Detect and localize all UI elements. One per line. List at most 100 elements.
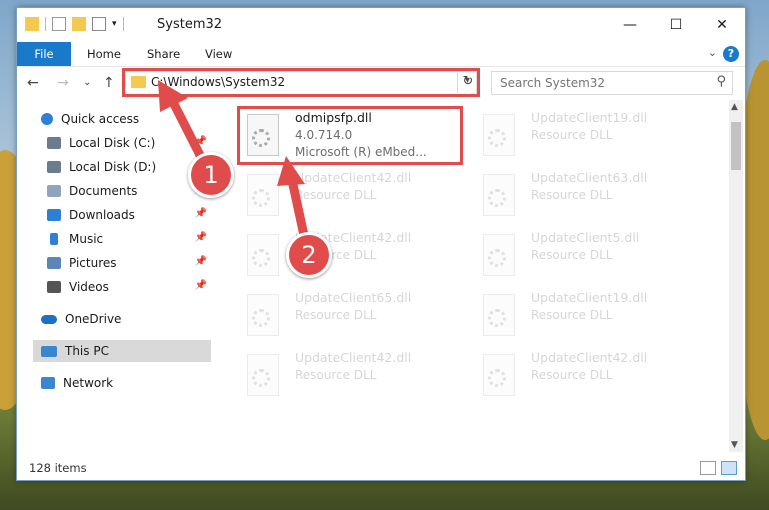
sidebar-item-videos[interactable]: Videos 📌 — [47, 276, 211, 298]
tab-view[interactable]: View — [193, 42, 244, 66]
sidebar-item-documents[interactable]: Documents 📌 — [47, 180, 211, 202]
gear-icon — [488, 249, 506, 267]
file-name: UpdateClient42.dll — [531, 350, 648, 365]
file-name: UpdateClient63.dll — [531, 170, 648, 185]
up-button[interactable]: ↑ — [103, 75, 115, 91]
forward-button[interactable]: → — [57, 75, 69, 91]
pin-icon: 📌 — [194, 136, 207, 147]
file-type: Resource DLL — [531, 368, 613, 382]
dll-file-icon — [483, 174, 515, 216]
folder-icon — [25, 17, 39, 31]
scroll-up-icon[interactable]: ▲ — [731, 102, 738, 112]
sidebar-item-label: Music — [69, 232, 104, 246]
cloud-icon — [41, 314, 57, 324]
sidebar-item-onedrive[interactable]: OneDrive — [41, 308, 211, 330]
dll-file-icon — [483, 294, 515, 336]
tab-home[interactable]: Home — [75, 42, 133, 66]
pin-icon: 📌 — [194, 256, 207, 267]
sidebar-item-label: Network — [63, 376, 114, 390]
pin-icon: 📌 — [194, 208, 207, 219]
sidebar-item-local-disk-c[interactable]: Local Disk (C:) 📌 — [47, 132, 211, 154]
videos-icon — [47, 281, 61, 293]
minimize-button[interactable]: — — [607, 8, 653, 42]
file-type: Resource DLL — [295, 368, 377, 382]
file-item[interactable]: UpdateClient42.dll Resource DLL — [239, 348, 469, 406]
gear-icon — [252, 309, 270, 327]
sidebar-item-label: This PC — [65, 344, 109, 358]
sidebar-item-this-pc[interactable]: This PC — [33, 340, 211, 362]
file-item[interactable]: UpdateClient63.dll Resource DLL — [475, 168, 705, 226]
new-folder-icon[interactable] — [72, 17, 86, 31]
file-item[interactable]: UpdateClient19.dll Resource DLL — [475, 108, 705, 166]
help-icon[interactable]: ? — [723, 46, 739, 62]
dll-file-icon — [247, 354, 279, 396]
file-item[interactable]: UpdateClient42.dll Resource DLL — [239, 228, 469, 286]
sidebar-item-label: OneDrive — [65, 312, 122, 326]
drive-icon — [47, 161, 61, 173]
properties-icon[interactable] — [52, 17, 66, 31]
drive-icon — [47, 137, 61, 149]
title-bar: ▾ System32 — ☐ ✕ — [17, 8, 745, 42]
dll-file-icon — [483, 234, 515, 276]
scroll-down-icon[interactable]: ▼ — [731, 440, 738, 450]
tab-file[interactable]: File — [17, 42, 71, 66]
window-title: System32 — [157, 17, 223, 32]
toolbar-separator — [122, 17, 124, 31]
recent-locations-button[interactable]: ⌄ — [83, 77, 91, 88]
sidebar-item-pictures[interactable]: Pictures 📌 — [47, 252, 211, 274]
gear-icon — [488, 369, 506, 387]
step-2-callout: 2 — [286, 232, 332, 278]
toolbar-separator — [45, 17, 46, 31]
address-highlight-box — [122, 68, 480, 97]
sidebar-item-label: Quick access — [61, 112, 140, 126]
network-icon — [41, 377, 55, 389]
file-name: UpdateClient42.dll — [295, 350, 412, 365]
details-view-icon[interactable] — [700, 461, 716, 475]
sidebar-item-label: Downloads — [69, 208, 135, 222]
file-item[interactable]: UpdateClient42.dll Resource DLL — [239, 168, 469, 226]
maximize-button[interactable]: ☐ — [653, 8, 699, 42]
large-icons-view-icon[interactable] — [721, 461, 737, 475]
search-input[interactable] — [498, 72, 702, 94]
search-icon: ⚲ — [716, 74, 726, 89]
close-button[interactable]: ✕ — [699, 8, 745, 42]
sidebar-item-downloads[interactable]: Downloads 📌 — [47, 204, 211, 226]
sidebar-item-network[interactable]: Network — [41, 372, 211, 394]
dll-file-icon — [247, 174, 279, 216]
file-name: UpdateClient42.dll — [295, 170, 412, 185]
sidebar-item-label: Pictures — [69, 256, 117, 270]
file-type: Resource DLL — [531, 308, 613, 322]
file-item[interactable]: UpdateClient65.dll Resource DLL — [239, 288, 469, 346]
dll-file-icon — [247, 234, 279, 276]
file-name: UpdateClient65.dll — [295, 290, 412, 305]
file-highlight-box — [237, 106, 463, 165]
back-button[interactable]: ← — [27, 75, 39, 91]
gear-icon — [488, 129, 506, 147]
file-type: Resource DLL — [295, 188, 377, 202]
computer-icon — [41, 345, 57, 357]
documents-icon — [47, 185, 61, 197]
status-bar: 128 items — [17, 458, 745, 480]
tab-share[interactable]: Share — [135, 42, 192, 66]
gear-icon — [252, 189, 270, 207]
vertical-scrollbar[interactable]: ▲ ▼ — [729, 100, 743, 452]
pin-icon: 📌 — [194, 280, 207, 291]
sidebar-item-label: Local Disk (C:) — [69, 136, 156, 150]
scrollbar-thumb[interactable] — [731, 122, 741, 170]
file-item[interactable]: UpdateClient42.dll Resource DLL — [475, 348, 705, 406]
dll-file-icon — [483, 354, 515, 396]
file-name: UpdateClient5.dll — [531, 230, 640, 245]
sidebar-item-music[interactable]: Music 📌 — [47, 228, 211, 250]
file-item[interactable]: UpdateClient5.dll Resource DLL — [475, 228, 705, 286]
sidebar-item-quick-access[interactable]: Quick access — [41, 108, 211, 130]
pictures-icon — [47, 257, 61, 269]
dropdown-arrow-icon[interactable]: ▾ — [112, 19, 117, 29]
sidebar-item-label: Videos — [69, 280, 109, 294]
file-item[interactable]: UpdateClient19.dll Resource DLL — [475, 288, 705, 346]
expand-ribbon-icon[interactable]: ⌄ — [708, 46, 717, 59]
customize-toolbar-icon[interactable] — [92, 17, 106, 31]
navigation-pane: Quick access Local Disk (C:) 📌 Local Dis… — [17, 100, 213, 452]
ribbon-tabs: File Home Share View ⌄ ? — [17, 42, 745, 67]
sidebar-item-local-disk-d[interactable]: Local Disk (D:) — [47, 156, 211, 178]
search-box[interactable]: ⚲ — [491, 71, 733, 95]
